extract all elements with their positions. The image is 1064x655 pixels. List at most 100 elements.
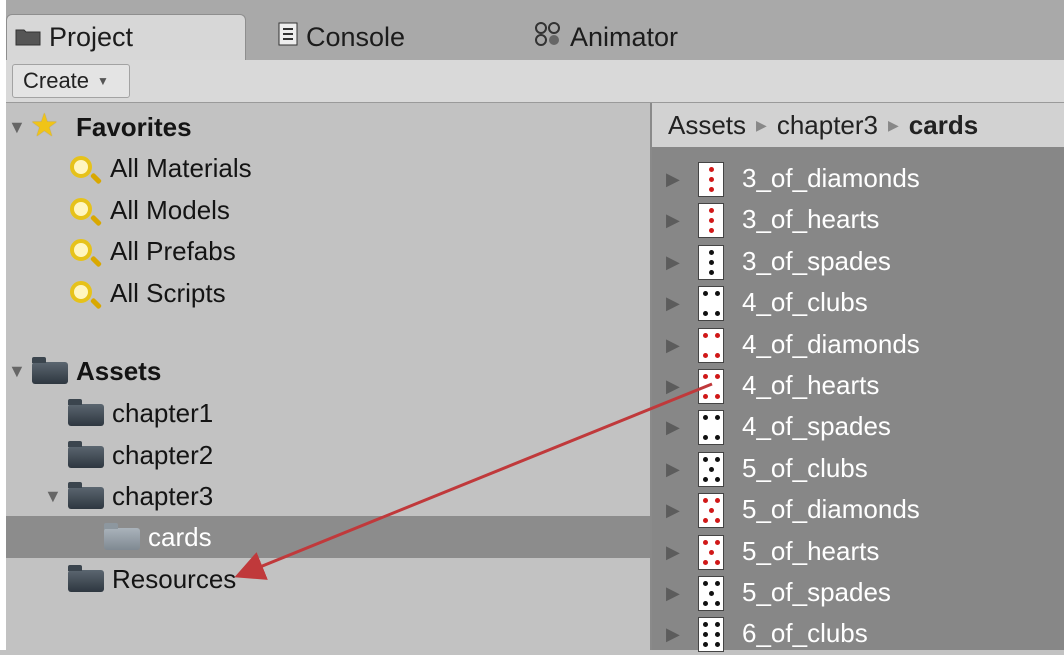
file-item[interactable]: ▶ 3_of_hearts (652, 200, 1064, 241)
folder-icon (104, 523, 140, 550)
file-name: 6_of_clubs (742, 618, 868, 649)
file-name: 5_of_clubs (742, 452, 868, 483)
file-name: 4_of_diamonds (742, 328, 920, 359)
tab-animator[interactable]: Animator (534, 15, 678, 60)
file-name: 4_of_hearts (742, 370, 880, 400)
favorite-label: All Materials (110, 152, 252, 183)
folder-icon (15, 22, 41, 53)
card-thumbnail-icon (698, 244, 724, 280)
project-tree: ▼ ★ Favorites All Materials All Models A… (6, 103, 650, 650)
favorite-item[interactable]: All Models (6, 189, 650, 231)
file-item[interactable]: ▶ 5_of_hearts (652, 532, 1064, 573)
breadcrumb: Assets ▶ chapter3 ▶ cards (652, 103, 1064, 147)
console-icon (278, 22, 298, 53)
tab-project[interactable]: Project (6, 14, 246, 60)
file-name: 5_of_spades (742, 577, 891, 607)
expand-triangle-icon[interactable]: ▼ (8, 361, 26, 382)
favorite-label: All Models (110, 194, 230, 225)
search-icon (70, 156, 92, 178)
expand-triangle-icon[interactable]: ▼ (44, 486, 62, 507)
card-thumbnail-icon (698, 493, 724, 529)
folder-icon (68, 482, 104, 509)
file-name: 3_of_diamonds (742, 163, 920, 193)
tree-item-folder-selected[interactable]: cards (6, 516, 650, 558)
file-item[interactable]: ▶ 5_of_spades (652, 573, 1064, 614)
file-item[interactable]: ▶ 5_of_clubs (652, 449, 1064, 490)
folder-label: Resources (112, 563, 237, 594)
tree-item-folder[interactable]: chapter1 (6, 392, 650, 434)
file-name: 4_of_spades (742, 411, 891, 442)
expand-arrow-icon[interactable]: ▶ (666, 376, 680, 397)
card-thumbnail-icon (698, 410, 724, 446)
expand-triangle-icon[interactable]: ▼ (8, 117, 26, 138)
favorite-item[interactable]: All Prefabs (6, 230, 650, 272)
file-name: 5_of_hearts (742, 535, 880, 566)
favorite-item[interactable]: All Materials (6, 147, 650, 189)
file-item[interactable]: ▶ 3_of_spades (652, 242, 1064, 283)
folder-label: cards (148, 521, 212, 552)
expand-arrow-icon[interactable]: ▶ (666, 252, 680, 273)
file-item[interactable]: ▶ 4_of_spades (652, 407, 1064, 448)
breadcrumb-item[interactable]: chapter3 (777, 110, 878, 141)
tree-item-folder[interactable]: ▼ chapter3 (6, 475, 650, 517)
expand-arrow-icon[interactable]: ▶ (666, 335, 680, 356)
toolbar: Create ▼ (6, 60, 1064, 103)
file-item[interactable]: ▶ 4_of_diamonds (652, 325, 1064, 366)
tree-item-assets[interactable]: ▼ Assets (6, 350, 650, 392)
tree-item-folder[interactable]: Resources (6, 558, 650, 600)
favorite-label: All Prefabs (110, 235, 236, 266)
tab-label: Console (306, 22, 406, 52)
tree-item-favorites[interactable]: ▼ ★ Favorites (6, 106, 650, 148)
file-item[interactable]: ▶ 5_of_diamonds (652, 490, 1064, 531)
expand-arrow-icon[interactable]: ▶ (666, 500, 680, 521)
folder-label: chapter2 (112, 439, 214, 470)
create-label: Create (23, 68, 90, 93)
expand-arrow-icon[interactable]: ▶ (666, 542, 680, 563)
card-thumbnail-icon (698, 369, 724, 404)
favorite-item[interactable]: All Scripts (6, 272, 650, 314)
asset-list-panel: Assets ▶ chapter3 ▶ cards ▶ 3_of_diamonds… (652, 103, 1064, 653)
expand-arrow-icon[interactable]: ▶ (666, 293, 680, 314)
breadcrumb-item-current[interactable]: cards (909, 110, 978, 141)
folder-icon (68, 399, 104, 426)
expand-arrow-icon[interactable]: ▶ (666, 169, 680, 190)
expand-arrow-icon[interactable]: ▶ (666, 624, 680, 645)
card-thumbnail-icon (698, 327, 724, 363)
search-icon (70, 239, 92, 261)
breadcrumb-separator-icon: ▶ (756, 116, 767, 133)
card-thumbnail-icon (698, 617, 724, 653)
assets-label: Assets (76, 355, 162, 386)
animator-icon (534, 21, 562, 54)
card-thumbnail-icon (698, 203, 724, 239)
file-name: 4_of_clubs (742, 287, 868, 318)
breadcrumb-item[interactable]: Assets (668, 110, 746, 141)
file-item[interactable]: ▶ 4_of_hearts (652, 366, 1064, 407)
folder-icon (68, 565, 104, 592)
folder-label: chapter3 (112, 480, 214, 511)
folder-icon (68, 441, 104, 468)
file-item[interactable]: ▶ 6_of_clubs (652, 614, 1064, 655)
search-icon (70, 198, 92, 220)
expand-arrow-icon[interactable]: ▶ (666, 459, 680, 480)
file-name: 3_of_spades (742, 245, 891, 276)
expand-arrow-icon[interactable]: ▶ (666, 417, 680, 438)
tab-console[interactable]: Console (278, 15, 405, 60)
favorite-label: All Scripts (110, 277, 226, 308)
card-thumbnail-icon (698, 576, 724, 611)
card-thumbnail-icon (698, 451, 724, 487)
expand-arrow-icon[interactable]: ▶ (666, 583, 680, 604)
folder-icon (32, 357, 68, 384)
expand-arrow-icon[interactable]: ▶ (666, 210, 680, 231)
file-item[interactable]: ▶ 3_of_diamonds (652, 159, 1064, 200)
create-button[interactable]: Create ▼ (12, 64, 130, 98)
tab-label: Project (49, 22, 134, 52)
file-name: 5_of_diamonds (742, 494, 920, 525)
card-thumbnail-icon (698, 534, 724, 570)
star-icon: ★ (30, 107, 59, 143)
tree-item-folder[interactable]: chapter2 (6, 434, 650, 476)
file-item[interactable]: ▶ 4_of_clubs (652, 283, 1064, 324)
tab-label: Animator (570, 22, 679, 52)
favorites-label: Favorites (76, 111, 192, 142)
breadcrumb-separator-icon: ▶ (888, 116, 899, 133)
folder-label: chapter1 (112, 397, 214, 428)
